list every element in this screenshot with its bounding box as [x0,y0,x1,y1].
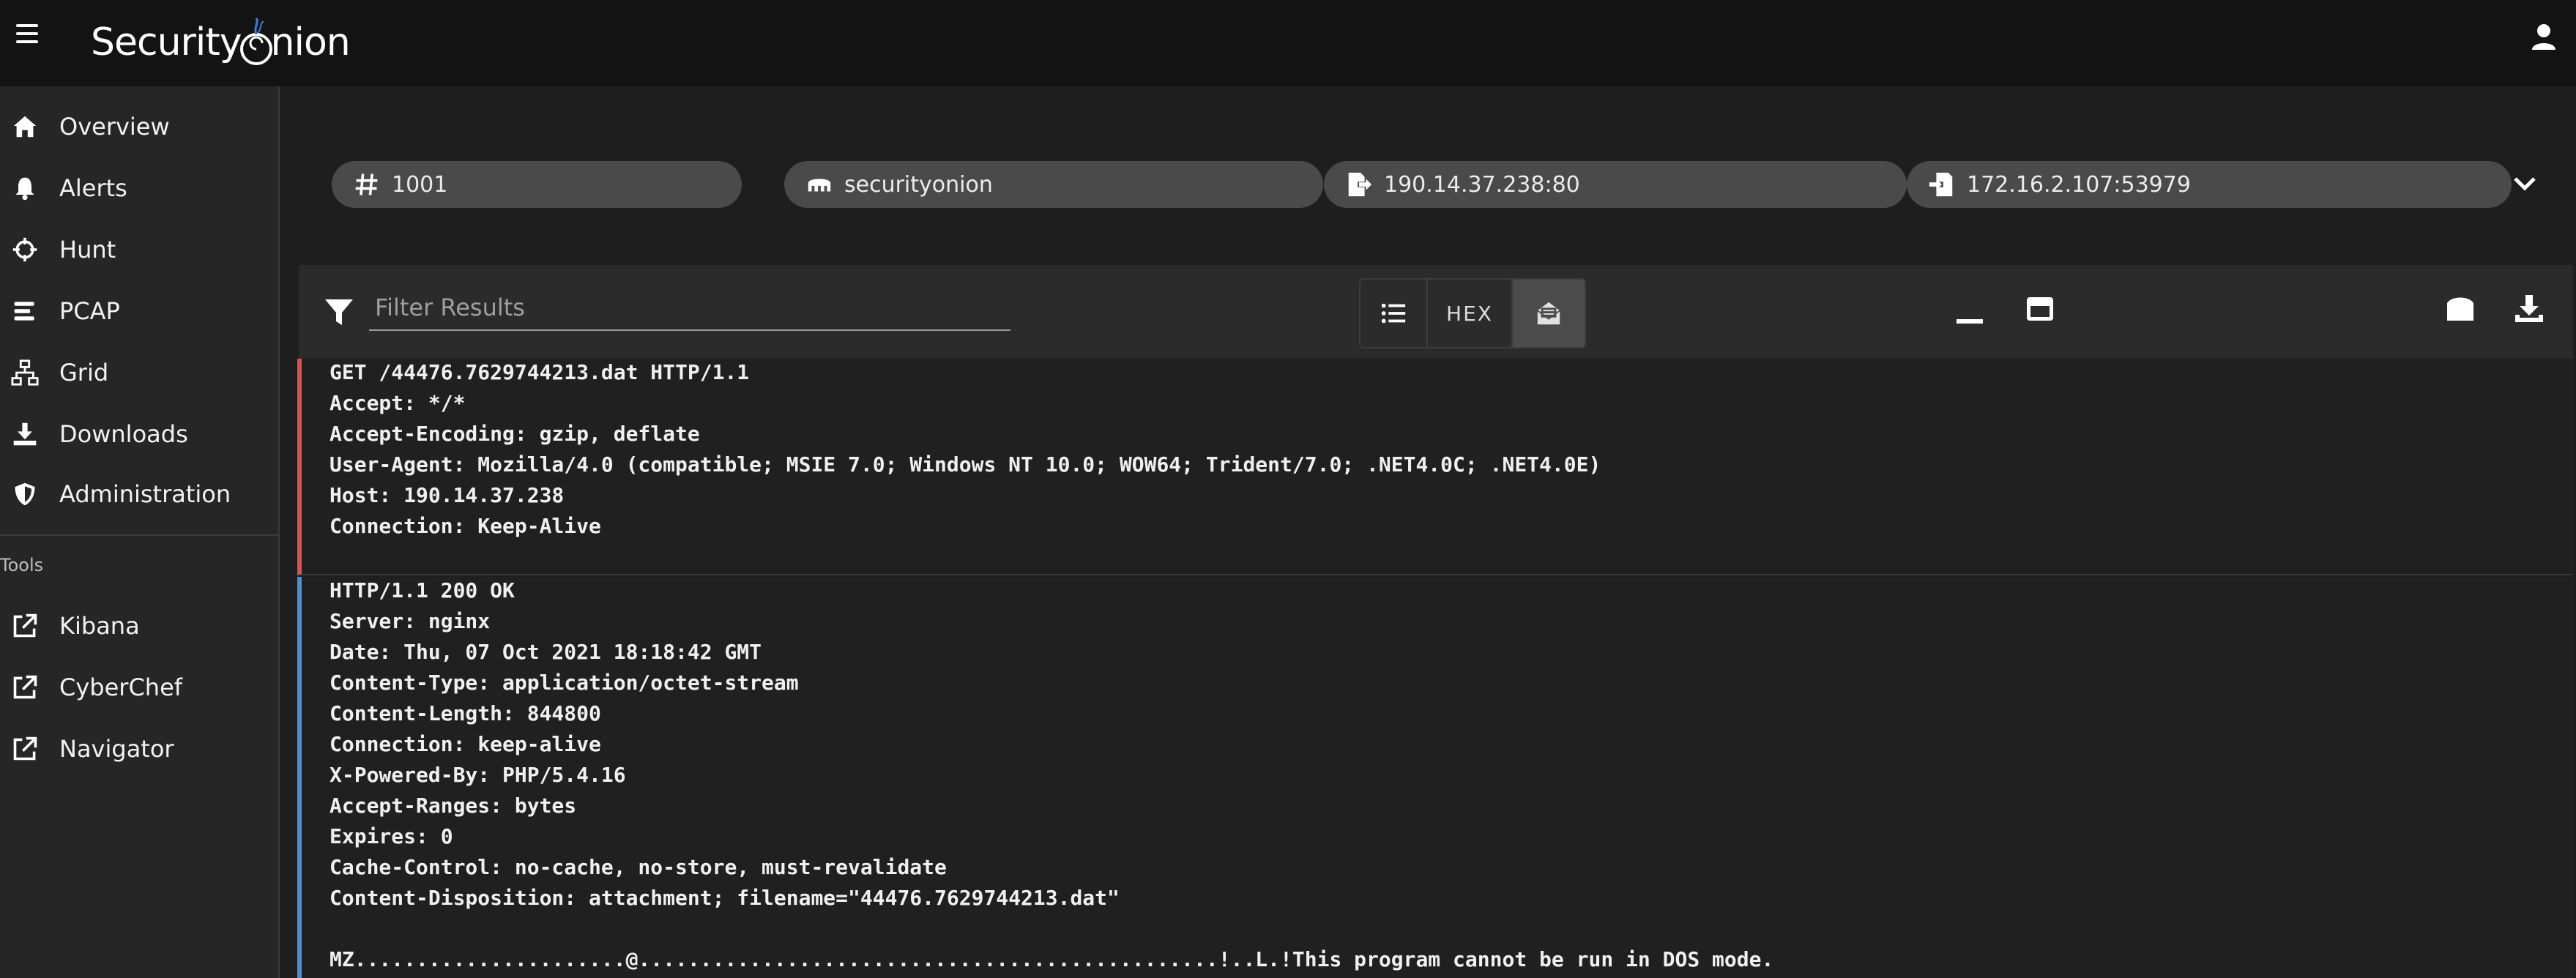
sidebar-item-downloads[interactable]: Downloads [0,408,278,460]
sidebar-item-label: CyberChef [59,673,183,701]
onion-logo-icon [239,18,272,65]
tag-label: 1001 [392,171,448,198]
sidebar-item-pcap[interactable]: PCAP [0,285,278,337]
list-bars-icon [10,296,40,326]
tools-section-header: Tools [0,555,44,575]
shield-icon [10,479,40,509]
list-view-button[interactable] [1360,280,1428,347]
filter-results-input[interactable] [369,285,1010,331]
tag-label: 190.14.37.238:80 [1384,171,1580,198]
hex-label: HEX [1446,301,1493,326]
download-icon [10,419,40,449]
menu-icon[interactable] [16,24,40,48]
envelope-open-icon [1537,302,1560,325]
tag-destination[interactable]: 172.16.2.107:53979 [1907,161,2512,208]
brand-logo[interactable]: Security nion [91,13,351,72]
sidebar: Overview Alerts Hunt PCAP Grid Downloads [0,86,280,978]
stream-line: Expires: 0 [330,824,453,848]
download-icon[interactable] [2513,293,2545,325]
hash-icon [352,170,381,199]
filter-icon [324,297,354,328]
sidebar-item-label: Alerts [59,174,127,202]
file-export-icon [1344,170,1374,199]
stream-line: Content-Disposition: attachment; filenam… [330,886,1120,910]
stream-line: Content-Length: 844800 [330,701,601,725]
tag-source[interactable]: 190.14.37.238:80 [1324,161,1907,208]
file-import-icon [1927,170,1957,199]
sidebar-item-grid[interactable]: Grid [0,347,278,398]
stream-line: Accept-Encoding: gzip, deflate [330,422,700,446]
external-link-icon [10,734,40,764]
sidebar-item-label: Downloads [59,420,188,448]
external-link-icon [10,673,40,702]
stream-line: Server: nginx [330,609,491,633]
sidebar-item-navigator[interactable]: Navigator [0,723,278,774]
brand-prefix: Security [91,20,242,64]
server-stream-pane: HTTP/1.1 200 OK Server: nginx Date: Thu,… [297,577,2573,978]
window-maximize-icon[interactable] [2024,293,2056,325]
sidebar-item-administration[interactable]: Administration [0,469,278,520]
stream-line: User-Agent: Mozilla/4.0 (compatible; MSI… [330,452,1601,477]
bell-icon [10,173,40,203]
stream-line: Content-Type: application/octet-stream [330,671,799,695]
sidebar-item-label: Grid [59,359,109,387]
stream-line: Cache-Control: no-cache, no-store, must-… [330,855,947,879]
sidebar-item-label: Hunt [59,236,116,264]
crosshairs-icon [10,235,40,264]
sidebar-item-label: Administration [59,480,231,508]
minimize-icon[interactable] [1954,297,1986,329]
stream-line: Accept: */* [330,391,466,415]
results-toolbar: HEX [299,265,2573,359]
stream-line: MZ......................@...............… [330,947,1774,971]
wireshark-fin-icon[interactable] [2444,293,2476,325]
tag-label: securityonion [844,171,993,198]
stream-line: Date: Thu, 07 Oct 2021 18:18:42 GMT [330,640,762,664]
view-mode-toggle: HEX [1359,278,1586,348]
sidebar-item-label: Kibana [59,612,140,640]
tag-sensor[interactable]: securityonion [784,161,1323,208]
sidebar-item-label: PCAP [59,297,120,325]
sidebar-item-alerts[interactable]: Alerts [0,163,278,214]
user-account-icon[interactable] [2528,20,2560,53]
home-icon [10,112,40,141]
network-icon [10,358,40,387]
unwrap-view-button[interactable] [1513,280,1585,347]
sidebar-item-kibana[interactable]: Kibana [0,600,278,652]
stream-line: GET /44476.7629744213.dat HTTP/1.1 [330,360,750,384]
stream-line: X-Powered-By: PHP/5.4.16 [330,763,626,787]
app-bar: Security nion [0,0,2576,86]
sidebar-item-label: Overview [59,113,170,141]
hex-view-button[interactable]: HEX [1428,280,1513,347]
external-link-icon [10,611,40,641]
client-stream-pane: GET /44476.7629744213.dat HTTP/1.1 Accep… [297,359,2573,575]
tag-id[interactable]: 1001 [332,161,742,208]
stream-line: Connection: Keep-Alive [330,514,601,538]
stream-line: Connection: keep-alive [330,732,601,756]
sidebar-item-overview[interactable]: Overview [0,101,278,152]
sidebar-item-label: Navigator [59,735,174,763]
chevron-down-icon[interactable] [2508,167,2542,201]
sidebar-item-hunt[interactable]: Hunt [0,224,278,275]
sidebar-item-cyberchef[interactable]: CyberChef [0,662,278,713]
sensor-icon [805,170,834,199]
list-icon [1381,303,1406,324]
stream-line: Host: 190.14.37.238 [330,483,565,507]
brand-suffix: nion [270,20,351,64]
stream-line: Accept-Ranges: bytes [330,794,577,818]
connection-tags: 1001 securityonion 190.14.37.238:80 172.… [297,154,2574,212]
stream-line: HTTP/1.1 200 OK [330,578,515,602]
tag-label: 172.16.2.107:53979 [1967,171,2191,198]
sidebar-divider [0,534,278,536]
